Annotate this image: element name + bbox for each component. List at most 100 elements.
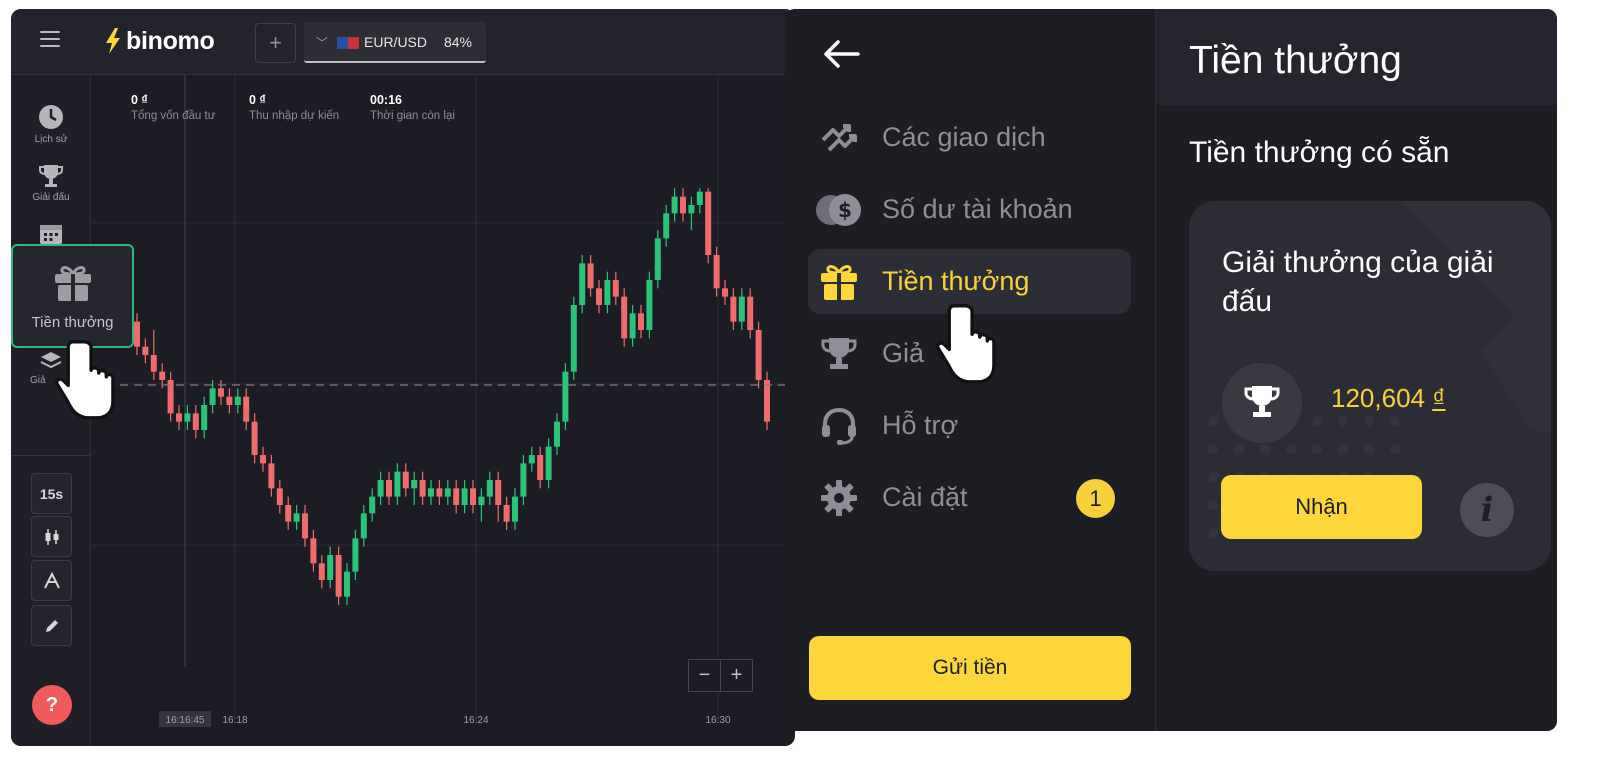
candle-body [562, 371, 569, 422]
sidebar-item-history[interactable]: Lịch sử [11, 103, 91, 145]
stat-label: Thu nhập dự kiến [249, 110, 340, 122]
trophy-badge [1222, 363, 1302, 443]
trophy-icon [821, 337, 857, 369]
candle-body [486, 480, 493, 497]
sidebar-label: Giải đấu [32, 192, 70, 203]
menu-item-support[interactable]: Hỗ trợ [808, 393, 1131, 458]
candle-body [453, 488, 460, 505]
card-title: Giải thưởng của giải đấu [1222, 246, 1494, 318]
candle-body [285, 505, 292, 522]
menu-item-settings[interactable]: Cài đặt 1 [808, 465, 1131, 530]
price-chart[interactable]: 16:16:45 16:18 16:24 16:30 [92, 75, 795, 746]
candle-body [335, 555, 342, 597]
sidebar-item-bonus[interactable]: Tiền thưởng [11, 244, 134, 348]
candle-body [176, 413, 182, 422]
candle-body [218, 388, 224, 397]
decor-dot [1312, 444, 1322, 454]
candle-body [276, 488, 283, 505]
info-button[interactable]: i [1460, 483, 1514, 537]
decor-dot [1338, 444, 1348, 454]
sidebar-item-tournaments[interactable]: Giải đấu [11, 163, 91, 203]
chart-type-button[interactable] [31, 516, 72, 557]
sidebar-item-calendar[interactable] [11, 222, 91, 246]
candle-body [209, 388, 216, 405]
candle-body [512, 496, 518, 522]
menu-icon[interactable] [40, 31, 60, 49]
candle-body [696, 191, 703, 205]
candle-body [419, 480, 426, 497]
candle-body [436, 488, 443, 497]
decor-dot [1286, 444, 1296, 454]
pencil-icon [45, 619, 58, 632]
menu-item-label: Số dư tài khoản [882, 194, 1073, 224]
decor-dot [1390, 444, 1400, 454]
page-title: Tiền thưởng [1189, 39, 1402, 82]
account-panel: Các giao dịch $ Số dư tài khoản Tiền thư… [785, 9, 1557, 731]
candle-body [226, 396, 233, 405]
sidebar-label: Tiền thưởng [31, 314, 114, 331]
zoom-in-button[interactable]: + [720, 659, 753, 692]
candle-body [764, 380, 770, 422]
candle-body [369, 496, 376, 514]
candle-body [705, 191, 712, 255]
candle-body [747, 296, 754, 330]
candle-body [680, 196, 686, 214]
timeframe-button[interactable]: 15s [31, 473, 72, 514]
trading-panel: binomo + ﹀ EUR/USD 84% Lịch sử Giải đấu … [11, 9, 795, 746]
zoom-out-button[interactable]: − [688, 659, 721, 692]
stat-value: 0 ₫ [249, 93, 266, 107]
asset-selector[interactable]: ﹀ EUR/USD 84% [304, 22, 486, 63]
candle-body [352, 538, 359, 572]
candle-body [579, 263, 586, 305]
drawing-button[interactable] [31, 605, 72, 646]
bolt-icon [106, 28, 120, 54]
add-asset-tab-button[interactable]: + [255, 23, 296, 63]
candle-body [360, 513, 367, 539]
candle-body [537, 455, 544, 480]
candle-body [663, 213, 670, 239]
trophy-icon [1244, 386, 1280, 417]
amount-currency: ₫ [1432, 383, 1446, 413]
gear-icon [821, 479, 857, 516]
brand-logo[interactable]: binomo [104, 26, 215, 56]
decor-dot [1208, 472, 1218, 482]
menu-item-trades[interactable]: Các giao dịch [808, 105, 1131, 170]
sidebar-label: Lịch sử [34, 134, 68, 145]
candle-body [444, 488, 451, 497]
candle-body [612, 280, 619, 297]
stat-label: Tổng vốn đầu tư [131, 110, 216, 122]
candle-body [318, 563, 325, 580]
candle-body [545, 446, 552, 480]
candle-body [596, 288, 602, 305]
candle-body [671, 196, 678, 214]
candle-body [621, 296, 628, 339]
claim-button[interactable]: Nhận [1221, 475, 1422, 539]
candle-body [201, 405, 208, 430]
balance-icon: $ [816, 193, 861, 226]
hand-cursor-icon [55, 340, 115, 420]
candle-body [386, 480, 392, 497]
asset-pair: EUR/USD [364, 34, 428, 50]
decor-dot [1260, 444, 1270, 454]
candle-body [134, 321, 140, 347]
deposit-button[interactable]: Gửi tiền [809, 636, 1131, 700]
candle-body [402, 471, 409, 489]
candle-body [302, 513, 308, 539]
back-button[interactable] [822, 39, 860, 74]
decor-dot [1312, 416, 1322, 426]
candle-body [570, 305, 577, 372]
section-title: Tiền thưởng có sẵn [1189, 136, 1450, 169]
menu-item-balance[interactable]: $ Số dư tài khoản [808, 177, 1131, 242]
candle-body [310, 538, 317, 564]
stat-value: 00:16 [370, 93, 402, 107]
candle-body [646, 280, 653, 330]
candle-body [461, 488, 468, 505]
candle-body [654, 238, 661, 280]
trades-icon [821, 123, 857, 151]
trophy-icon [39, 165, 63, 187]
help-button[interactable]: ? [32, 685, 72, 725]
indicators-button[interactable] [31, 560, 72, 601]
candle-body [554, 421, 560, 447]
candle-body [755, 330, 762, 380]
stat-expected-income: 0 ₫ Thu nhập dự kiến [249, 93, 339, 122]
